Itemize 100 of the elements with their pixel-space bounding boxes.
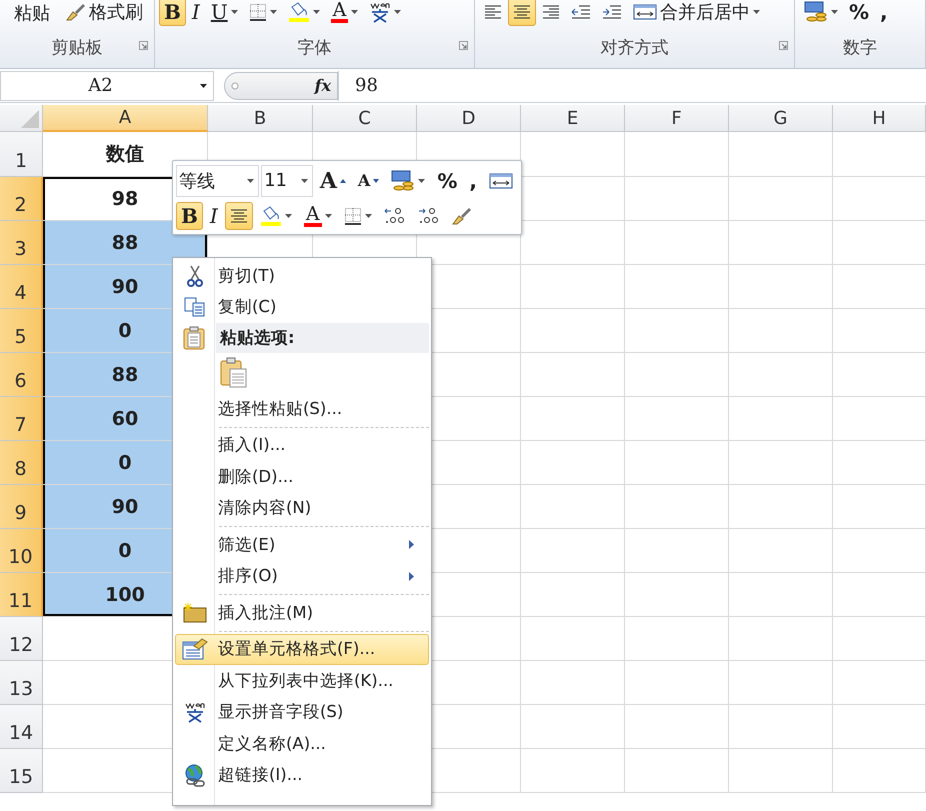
empty-cell[interactable] — [625, 661, 729, 705]
empty-cell[interactable] — [729, 749, 833, 793]
number-style-button[interactable]: , — [464, 166, 482, 194]
empty-cell[interactable] — [625, 177, 729, 221]
empty-cell[interactable] — [521, 529, 625, 573]
empty-cell[interactable] — [625, 749, 729, 793]
empty-cell[interactable] — [625, 397, 729, 441]
insert-function-button[interactable]: fx — [314, 76, 331, 95]
menu-item[interactable]: 超链接(I)... — [175, 760, 429, 791]
empty-cell[interactable] — [625, 573, 729, 617]
bold-button[interactable]: B — [159, 0, 186, 26]
empty-cell[interactable] — [625, 221, 729, 265]
empty-cell[interactable] — [833, 177, 926, 221]
empty-cell[interactable] — [833, 309, 926, 353]
row-header[interactable]: 13 — [0, 661, 43, 705]
menu-item[interactable]: 定义名称(A)... — [175, 728, 429, 760]
empty-cell[interactable] — [833, 397, 926, 441]
empty-cell[interactable] — [625, 309, 729, 353]
empty-cell[interactable] — [833, 617, 926, 661]
column-header[interactable]: B — [208, 105, 313, 132]
dialog-launcher-icon[interactable] — [139, 41, 148, 50]
column-header[interactable]: G — [729, 105, 833, 132]
empty-cell[interactable] — [729, 485, 833, 529]
underline-button[interactable]: U — [206, 0, 243, 26]
empty-cell[interactable] — [833, 132, 926, 177]
column-header[interactable]: H — [833, 105, 926, 132]
paste-button[interactable]: 粘贴 — [4, 0, 60, 28]
font-color-button[interactable]: A — [326, 0, 364, 26]
shrink-font-button[interactable]: A — [352, 166, 384, 194]
empty-cell[interactable] — [729, 177, 833, 221]
font-color-button[interactable]: A — [298, 202, 337, 230]
empty-cell[interactable] — [729, 529, 833, 573]
empty-cell[interactable] — [729, 132, 833, 177]
align-center-button[interactable] — [224, 202, 253, 230]
font-name-field[interactable]: 等线 — [176, 164, 260, 196]
number-style-button[interactable]: % — [844, 0, 874, 26]
empty-cell[interactable] — [521, 749, 625, 793]
row-header[interactable]: 14 — [0, 705, 43, 749]
empty-cell[interactable] — [521, 397, 625, 441]
column-header[interactable]: E — [521, 105, 625, 132]
name-box[interactable]: A2 — [0, 70, 214, 100]
dialog-launcher-icon[interactable] — [459, 41, 468, 50]
empty-cell[interactable] — [833, 661, 926, 705]
bold-button[interactable]: B — [176, 202, 203, 230]
row-header[interactable]: 5 — [0, 309, 43, 353]
select-all-icon[interactable] — [19, 110, 39, 128]
menu-item[interactable]: 设置单元格格式(F)... — [175, 634, 429, 665]
empty-cell[interactable] — [729, 441, 833, 485]
italic-button[interactable]: I — [186, 0, 205, 26]
empty-cell[interactable] — [729, 353, 833, 397]
row-header[interactable]: 6 — [0, 353, 43, 397]
column-header[interactable]: F — [625, 105, 729, 132]
empty-cell[interactable] — [833, 441, 926, 485]
empty-cell[interactable] — [521, 441, 625, 485]
row-header[interactable]: 12 — [0, 617, 43, 661]
empty-cell[interactable] — [625, 265, 729, 309]
paste-option-button[interactable] — [219, 356, 249, 390]
empty-cell[interactable] — [521, 617, 625, 661]
format-painter-button[interactable]: 格式刷 — [61, 0, 148, 26]
empty-cell[interactable] — [521, 573, 625, 617]
empty-cell[interactable] — [833, 485, 926, 529]
row-header[interactable]: 7 — [0, 397, 43, 441]
row-header[interactable]: 8 — [0, 441, 43, 485]
empty-cell[interactable] — [833, 265, 926, 309]
empty-cell[interactable] — [833, 221, 926, 265]
empty-cell[interactable] — [625, 353, 729, 397]
row-header[interactable]: 15 — [0, 749, 43, 793]
empty-cell[interactable] — [521, 353, 625, 397]
empty-cell[interactable] — [521, 265, 625, 309]
empty-cell[interactable] — [625, 132, 729, 177]
menu-item[interactable]: 显示拼音字段(S) — [175, 696, 429, 728]
column-header[interactable]: D — [417, 105, 521, 132]
row-header[interactable]: 9 — [0, 485, 43, 529]
merge-center-button[interactable]: 合并后居中 — [628, 0, 765, 26]
grow-font-button[interactable]: A — [314, 166, 351, 194]
empty-cell[interactable] — [729, 705, 833, 749]
row-header[interactable]: 10 — [0, 529, 43, 573]
empty-cell[interactable] — [625, 705, 729, 749]
empty-cell[interactable] — [625, 441, 729, 485]
font-size-field[interactable]: 11 — [261, 164, 313, 196]
empty-cell[interactable] — [625, 617, 729, 661]
empty-cell[interactable] — [521, 485, 625, 529]
empty-cell[interactable] — [729, 573, 833, 617]
empty-cell[interactable] — [833, 705, 926, 749]
column-header[interactable]: C — [313, 105, 417, 132]
formula-field[interactable]: 98 — [338, 70, 926, 100]
empty-cell[interactable] — [625, 529, 729, 573]
row-header[interactable]: 11 — [0, 573, 43, 617]
empty-cell[interactable] — [729, 397, 833, 441]
number-style-button[interactable]: , — [875, 0, 893, 26]
empty-cell[interactable] — [625, 485, 729, 529]
empty-cell[interactable] — [729, 221, 833, 265]
empty-cell[interactable] — [833, 529, 926, 573]
empty-cell[interactable] — [729, 617, 833, 661]
empty-cell[interactable] — [833, 749, 926, 793]
column-header[interactable]: A — [43, 105, 208, 132]
row-header[interactable]: 1 — [0, 132, 43, 177]
number-style-button[interactable]: % — [432, 166, 462, 194]
row-header[interactable]: 2 — [0, 177, 43, 221]
empty-cell[interactable] — [729, 309, 833, 353]
